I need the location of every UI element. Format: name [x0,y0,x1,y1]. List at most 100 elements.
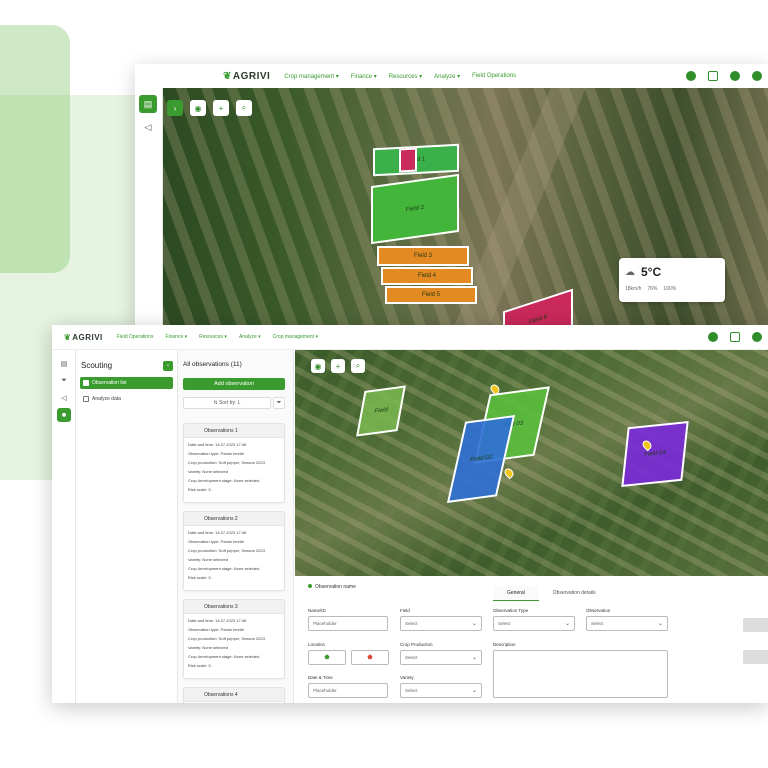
observation-detail: Crop production: Soft pepper, Season 202… [188,548,265,553]
observation-detail: Risk scale: 5 [188,663,211,668]
nav-analyze[interactable]: Analyze ▾ [434,73,460,80]
observation-detail: Crop development stage: None selected [188,566,260,571]
field-polygon[interactable]: Field 04 [621,421,689,487]
observation-card[interactable]: Observations 3 Date and time: 14.07.2023… [183,599,285,679]
variety-select[interactable]: Select [400,683,482,698]
observation-select[interactable]: Select [586,616,668,631]
agrivi-logo[interactable]: ❦ AGRIVI [64,333,103,342]
calendar-icon[interactable] [708,71,718,81]
cancel-button[interactable] [743,650,768,664]
nav-finance[interactable]: Finance ▾ [351,73,377,80]
chart-icon [83,396,89,402]
leaf-icon: ❦ [223,70,232,82]
back-satellite-map[interactable]: › ◉ + ⌕ Field 1 Field 2 Field 3 Field 4 … [163,88,768,334]
observation-form: Observation name General Observation det… [295,576,768,703]
header-icons [708,325,762,349]
back-sidebar: ▤ ◁ [135,88,163,334]
observation-detail: Variety: None selected [188,557,228,562]
add-location-icon[interactable]: ⬟ [308,650,346,665]
scouting-icon[interactable]: ■ [57,408,71,422]
name-input[interactable]: Placeholder [308,616,388,631]
observation-type-label: Observation Type [493,608,529,613]
help-icon[interactable] [686,71,696,81]
header-icons [686,64,762,88]
eye-icon[interactable]: ◉ [311,359,325,373]
front-satellite-map[interactable]: ◉ + ⌕ Field Field 03 Field 02 Field 04 [295,350,768,576]
description-textarea[interactable] [493,650,668,698]
observation-card-title: Observations 1 [184,424,284,438]
scouting-title: Scouting [81,361,113,370]
observation-card[interactable]: Observations 1 Date and time: 14.07.2023… [183,423,285,503]
add-observation-button[interactable]: Add observation [183,378,285,390]
observation-card-title: Observations 2 [184,512,284,526]
observations-panel: All observations (11) Add observation ⇅ … [178,350,294,703]
name-label: Name/ID [308,608,326,613]
clipboard-icon[interactable]: ▤ [139,95,157,113]
field-polygon[interactable] [399,147,417,173]
weather-widget[interactable]: ☁ 5°C 18km/h 76% 100% [619,258,725,302]
main-nav: Field Operations Finance ▾ Resources ▾ A… [117,334,330,340]
top-navigation: ❦ AGRIVI Crop management ▾ Finance ▾ Reso… [135,64,768,88]
nav-resources[interactable]: Resources ▾ [199,334,227,340]
megaphone-icon[interactable]: ◁ [57,391,71,405]
nav-analyze[interactable]: Analyze ▾ [239,334,261,340]
sort-dropdown[interactable]: ⇅ Sort by: L [183,397,271,409]
help-icon[interactable] [708,332,718,342]
megaphone-icon[interactable]: ◁ [139,118,157,136]
observation-detail: Risk scale: 5 [188,575,211,580]
clipboard-icon[interactable]: ▤ [57,357,71,371]
field-polygon[interactable]: Field [356,385,406,437]
observation-detail: Crop production: Soft pepper, Season 202… [188,460,265,465]
remove-location-icon[interactable]: ⬟ [351,650,389,665]
field-select[interactable]: Select [400,616,482,631]
settings-icon[interactable] [752,71,762,81]
add-icon[interactable]: + [331,359,345,373]
filter-icon[interactable]: ⏷ [57,374,71,388]
crop-production-select[interactable]: Select [400,650,482,665]
nav-crop-management[interactable]: Crop management ▾ [284,73,338,80]
analyze-data-item[interactable]: Analyze data [80,393,173,405]
search-icon[interactable]: ⌕ [351,359,365,373]
agrivi-logo[interactable]: ❦ AGRIVI [223,71,270,82]
field-polygon[interactable]: Field 3 [377,246,469,266]
nav-resources[interactable]: Resources ▾ [389,73,422,80]
eye-icon[interactable]: ◉ [190,100,206,116]
observation-type-select[interactable]: Select [493,616,575,631]
calendar-icon[interactable] [730,332,740,342]
collapse-icon[interactable]: ‹ [163,361,173,371]
observation-list-item[interactable]: Observation list [80,377,173,389]
bell-icon[interactable] [730,71,740,81]
weather-stats: 18km/h 76% 100% [625,286,676,292]
tab-observation-details[interactable]: Observation details [539,586,610,601]
cloud-icon: ☁ [625,267,635,278]
expand-panel-icon[interactable]: › [167,100,183,116]
field-polygon[interactable]: Field 02 [446,415,516,503]
scouting-panel: Scouting ‹ Observation list Analyze data [76,350,178,703]
save-button[interactable] [743,618,768,632]
nav-field-operations[interactable]: Field Operations [472,73,516,79]
top-navigation: ❦ AGRIVI Field Operations Finance ▾ Resou… [52,325,768,350]
observation-detail: Variety: None selected [188,469,228,474]
field-polygon[interactable]: Field 2 [371,173,459,245]
date-time-input[interactable]: Placeholder [308,683,388,698]
list-icon [83,380,89,386]
observation-detail: Date and time: 14.07.2023 17:46 [188,442,247,447]
nav-finance[interactable]: Finance ▾ [165,334,187,340]
form-tabs: General Observation details [493,586,610,601]
observation-card[interactable]: Observations 2 Date and time: 14.07.2023… [183,511,285,591]
nav-crop-management[interactable]: Crop management ▾ [273,334,318,340]
observation-detail: Observation type: Potato beetle [188,451,245,456]
observation-detail: Risk scale: 5 [188,487,211,492]
observation-card[interactable]: Observations 4 [183,687,285,703]
marketing-composition: ❦ AGRIVI Crop management ▾ Finance ▾ Reso… [0,0,768,768]
field-polygon[interactable]: Field 4 [381,267,473,285]
search-icon[interactable]: ⌕ [236,100,252,116]
wind-speed: 18km/h [625,286,642,292]
tab-general[interactable]: General [493,586,539,601]
bell-icon[interactable] [752,332,762,342]
field-polygon[interactable]: Field 5 [385,286,477,304]
observation-pin-icon[interactable] [502,466,516,480]
add-icon[interactable]: + [213,100,229,116]
nav-field-operations[interactable]: Field Operations [117,334,154,340]
filter-icon[interactable]: ⏷ [273,397,285,409]
